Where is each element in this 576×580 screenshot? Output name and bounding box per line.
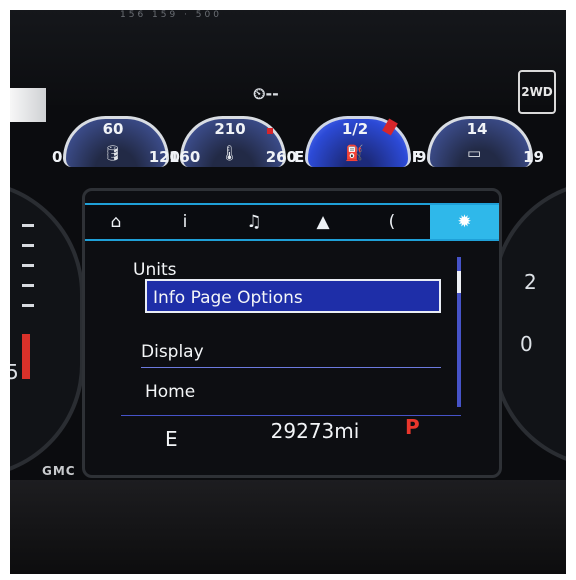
gauge-numeral: 0 [520,332,533,356]
dashboard-lower [10,480,566,574]
gauge-low-label: 0 [52,148,63,166]
scrollbar-thumb[interactable] [457,271,461,293]
battery-icon: ▭ [467,144,482,162]
info-icon: i [182,212,188,232]
oil-can-icon: 🛢 [103,144,123,162]
gauge-mid-label: 210 [214,120,246,138]
gauge-mid-label: 60 [102,120,124,138]
gauge-numeral: 5 [10,360,19,384]
gauge-tick [22,284,34,287]
gauge-mid-label: 14 [466,120,488,138]
coolant-temp-gauge: 210 160 260 🌡 [169,110,297,170]
cruise-indicator: ⏲-- [253,84,279,103]
dashboard-upper [10,10,566,105]
phone-icon: ( [388,212,396,232]
menu-divider [141,367,441,368]
menu-item-display[interactable]: Display [141,337,441,367]
gauge-low-label: 9 [416,148,427,166]
gauge-tick [22,304,34,307]
menu-item-home[interactable]: Home [145,377,445,407]
fuel-level-gauge: 1/2 E F ⛽ [294,110,422,170]
drive-mode-indicator: 2WD [518,70,556,114]
brand-badge: GMC [42,464,76,478]
gauge-low-label: 160 [169,148,201,166]
gauge-numeral: 2 [524,270,537,294]
light-glare [10,88,46,122]
menu-item-info-page-options[interactable]: Info Page Options [145,279,441,313]
fuel-pump-icon: ⛽ [345,144,364,162]
tab-audio[interactable]: ♫ [223,205,285,239]
thermometer-icon: 🌡 [220,144,240,162]
gauge-low-label: E [294,148,305,166]
tab-navigation[interactable]: ▲ [292,205,354,239]
gauge-redline [22,334,30,379]
gauge-high-label: 19 [523,148,544,166]
gauge-tick [22,224,34,227]
speedometer-gauge: 5 [10,180,84,478]
fuel-letter: E [165,427,178,451]
tab-home[interactable]: ⌂ [85,205,147,239]
tachometer-gauge: 2 0 [492,180,566,468]
music-note-icon: ♫ [246,212,262,232]
navigation-arrow-icon: ▲ [316,212,330,232]
driver-info-screen: ⌂ i ♫ ▲ ( ✹ Units Info Page Options Disp… [82,188,502,478]
gauge-tick [22,244,34,247]
gauge-mid-label: 1/2 [341,120,369,138]
tab-phone[interactable]: ( [361,205,423,239]
top-scale-marks: 156 159 · 500 [120,10,222,20]
gauge-high-label: 260 [265,148,297,166]
odometer-readout: 29273mi [270,419,360,443]
tab-settings[interactable]: ✹ [430,205,499,239]
gear-icon: ✹ [457,212,472,232]
home-icon: ⌂ [110,212,122,232]
gear-indicator: P [405,415,420,439]
battery-voltage-gauge: 14 9 19 ▭ [416,110,544,170]
tab-bar: ⌂ i ♫ ▲ ( ✹ [85,203,499,241]
gauge-tick [22,264,34,267]
tab-info[interactable]: i [154,205,216,239]
instrument-cluster-photo: 156 159 · 500 ⏲-- 2WD 60 0 120 🛢 210 160… [10,10,566,574]
oil-pressure-gauge: 60 0 120 🛢 [52,110,180,170]
